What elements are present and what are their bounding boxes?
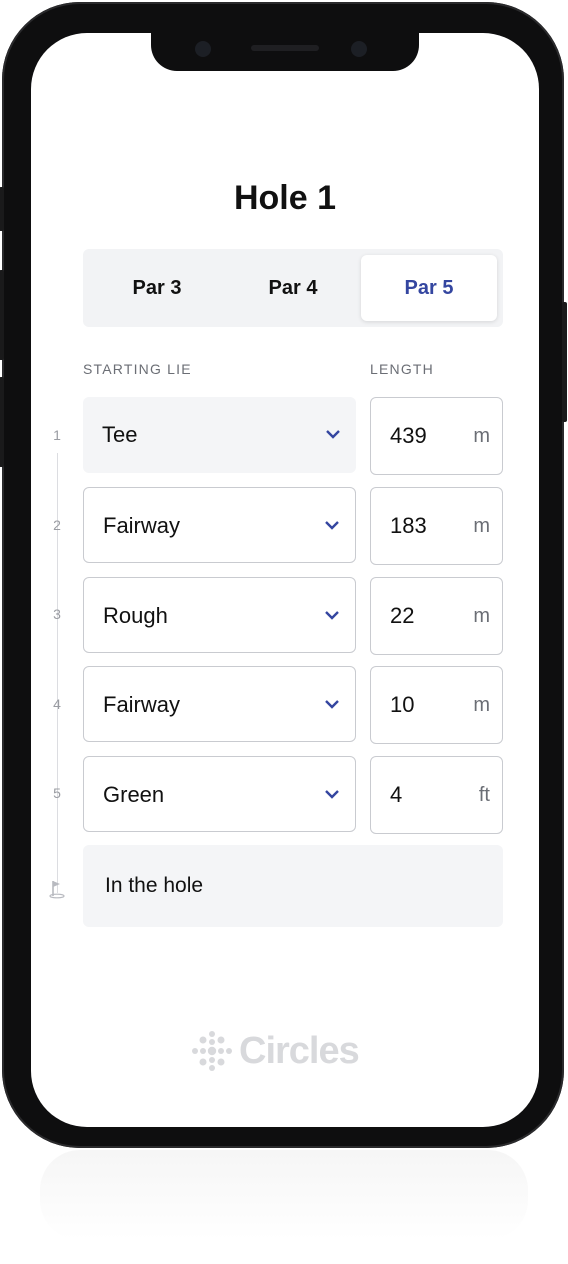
- phone-screen: Hole 1 Par 3 Par 4 Par 5 STARTING LIE LE…: [31, 33, 539, 1127]
- shot-number: 4: [53, 696, 61, 712]
- length-unit: ft: [478, 784, 490, 806]
- in-the-hole-label: In the hole: [105, 874, 204, 897]
- volume-up-button: [0, 270, 4, 360]
- front-camera-icon: [351, 41, 367, 57]
- shot-number: 2: [53, 517, 61, 533]
- chevron-down-icon: [325, 611, 339, 620]
- length-unit: m: [473, 425, 490, 447]
- length-input[interactable]: 4 ft: [370, 756, 503, 834]
- lie-value: Green: [103, 782, 165, 807]
- phone-frame: Hole 1 Par 3 Par 4 Par 5 STARTING LIE LE…: [0, 2, 567, 1148]
- circles-logo-icon: [192, 1031, 232, 1071]
- flag-icon: [49, 881, 65, 899]
- length-unit: m: [473, 694, 490, 716]
- lie-select[interactable]: Fairway: [83, 487, 356, 563]
- length-header: LENGTH: [370, 361, 434, 377]
- par-5-option[interactable]: Par 5: [361, 255, 497, 321]
- sensor-icon: [195, 41, 211, 57]
- par-4-option[interactable]: Par 4: [225, 255, 361, 321]
- length-value: 4: [390, 782, 403, 807]
- par-3-option[interactable]: Par 3: [89, 255, 225, 321]
- page-title: Hole 1: [233, 179, 337, 217]
- shot-number: 3: [53, 606, 61, 622]
- mute-switch: [0, 187, 4, 231]
- power-button: [562, 302, 567, 422]
- length-input[interactable]: 22 m: [370, 577, 503, 655]
- length-unit: m: [473, 515, 490, 537]
- length-value: 22: [390, 603, 415, 628]
- lie-value: Fairway: [103, 513, 181, 538]
- lie-select[interactable]: Rough: [83, 577, 356, 653]
- volume-down-button: [0, 377, 4, 467]
- shot-number: 1: [53, 427, 61, 443]
- chevron-down-icon: [325, 521, 339, 530]
- length-value: 183: [390, 513, 427, 538]
- phone-reflection: [40, 1150, 528, 1240]
- length-unit: m: [473, 605, 490, 627]
- starting-lie-header: STARTING LIE: [83, 361, 192, 377]
- lie-select[interactable]: Green: [83, 756, 356, 832]
- lie-value: Tee: [102, 422, 138, 447]
- lie-value: Fairway: [103, 692, 181, 717]
- lie-value: Rough: [103, 603, 168, 628]
- notch: [151, 33, 419, 71]
- length-value: 439: [390, 423, 427, 448]
- length-input[interactable]: 10 m: [370, 666, 503, 744]
- lie-select[interactable]: Tee: [83, 397, 356, 473]
- par-selector: Par 3 Par 4 Par 5: [83, 249, 503, 327]
- shot-number: 5: [53, 785, 61, 801]
- length-input[interactable]: 439 m: [370, 397, 503, 475]
- chevron-down-icon: [325, 700, 339, 709]
- speaker-grille: [251, 45, 319, 51]
- length-value: 10: [390, 692, 415, 717]
- length-input[interactable]: 183 m: [370, 487, 503, 565]
- lie-select[interactable]: Fairway: [83, 666, 356, 742]
- circles-logo: Circles: [191, 1027, 381, 1075]
- chevron-down-icon: [325, 790, 339, 799]
- circles-logo-text: Circles: [239, 1029, 360, 1072]
- in-the-hole-row: In the hole: [83, 845, 503, 927]
- chevron-down-icon: [326, 430, 340, 439]
